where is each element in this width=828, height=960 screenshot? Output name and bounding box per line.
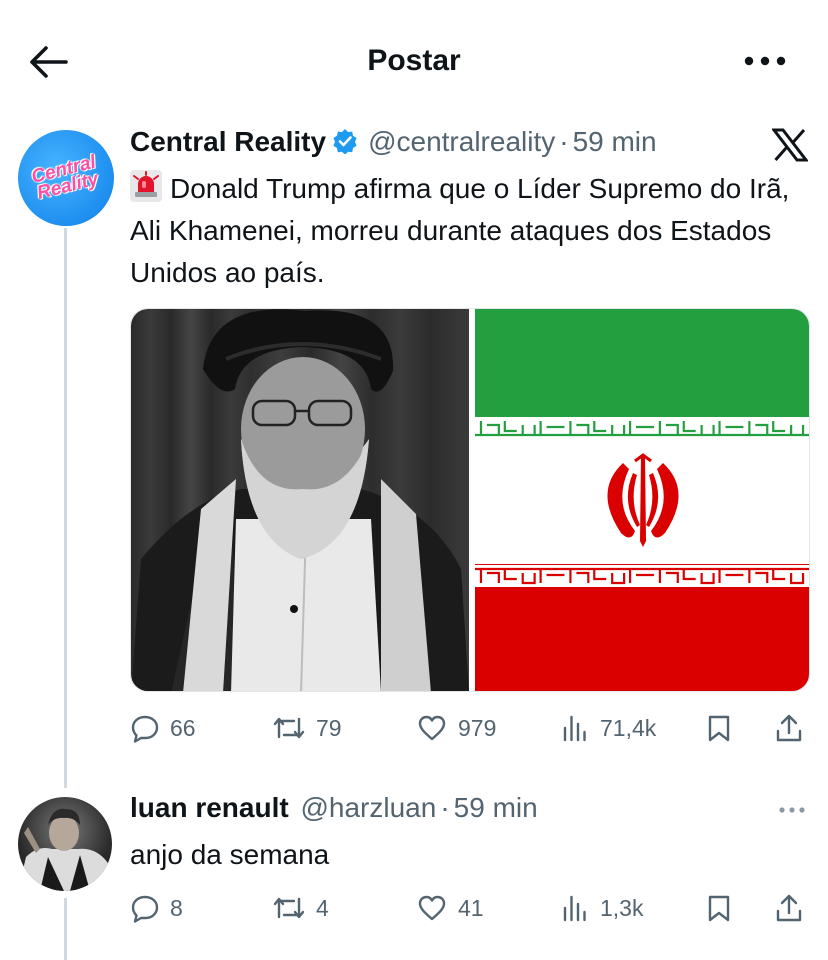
views-chart-icon [563, 895, 586, 922]
share-icon [776, 714, 802, 742]
share-button[interactable] [774, 888, 804, 928]
repost-icon [273, 717, 305, 739]
reply-icon [131, 715, 159, 743]
bookmark-icon [708, 715, 730, 742]
page-title: Postar [367, 44, 461, 77]
reply-count: 8 [170, 894, 183, 921]
thread-line [64, 898, 67, 960]
repost-count: 4 [316, 894, 329, 921]
views-button[interactable]: 71,4k [560, 708, 656, 748]
reply-more-button[interactable] [776, 800, 808, 820]
post-time[interactable]: 59 min [454, 792, 538, 823]
post-body: Donald Trump afirma que o Líder Supremo … [130, 173, 790, 288]
post-header: luan renault @harzluan · 59 min [130, 792, 538, 824]
post-time[interactable]: 59 min [573, 126, 657, 157]
avatar-photo [18, 808, 112, 891]
heart-icon [418, 715, 446, 741]
post-text: Donald Trump afirma que o Líder Supremo … [130, 168, 810, 294]
portrait-photo[interactable] [131, 309, 469, 691]
top-bar: Postar [0, 0, 828, 110]
like-button[interactable]: 979 [416, 708, 496, 748]
bookmark-button[interactable] [704, 888, 734, 928]
reply-button[interactable]: 66 [130, 708, 196, 748]
share-button[interactable] [774, 708, 804, 748]
kufic-band-top [475, 417, 809, 439]
thread-line [64, 228, 67, 788]
views-chart-icon [563, 715, 586, 742]
reply-icon [131, 895, 159, 923]
reply-text: anjo da semana [130, 839, 330, 870]
verified-badge-icon [333, 129, 357, 154]
reply-count: 66 [170, 714, 196, 741]
post-header: Central Reality @centralreality · 59 min [130, 126, 657, 158]
avatar[interactable] [18, 797, 112, 891]
separator-dot: · [440, 792, 450, 823]
repost-count: 79 [316, 714, 342, 741]
repost-icon [273, 897, 305, 919]
police-light-icon [130, 170, 162, 202]
author-handle[interactable]: @harzluan [300, 792, 436, 823]
views-count: 1,3k [600, 894, 644, 921]
iran-flag[interactable] [475, 309, 809, 691]
avatar[interactable]: Central Reality [18, 130, 114, 226]
reply-actions: 8 4 41 1,3k [130, 888, 810, 928]
like-count: 41 [458, 894, 484, 921]
share-icon [776, 894, 802, 922]
kufic-band-bottom [475, 565, 809, 587]
more-horizontal-icon [779, 807, 805, 813]
views-button[interactable]: 1,3k [560, 888, 643, 928]
x-logo-icon [770, 128, 810, 162]
portrait-illustration [131, 309, 469, 691]
views-count: 71,4k [600, 714, 657, 741]
like-count: 979 [458, 714, 497, 741]
separator-dot: · [559, 126, 569, 157]
bookmark-icon [708, 895, 730, 922]
post-actions: 66 79 979 71,4k [130, 708, 810, 748]
bookmark-button[interactable] [704, 708, 734, 748]
more-horizontal-icon [744, 56, 786, 66]
like-button[interactable]: 41 [416, 888, 484, 928]
more-options-button[interactable] [742, 46, 788, 76]
heart-icon [418, 895, 446, 921]
author-name[interactable]: Central Reality [130, 126, 326, 157]
iran-emblem-icon [607, 453, 679, 547]
repost-button[interactable]: 4 [272, 888, 329, 928]
author-handle[interactable]: @centralreality [368, 126, 555, 157]
avatar-logo-text: Central Reality [29, 151, 101, 204]
repost-button[interactable]: 79 [272, 708, 342, 748]
post-media[interactable] [130, 308, 810, 692]
reply-button[interactable]: 8 [130, 888, 183, 928]
author-name[interactable]: luan renault [130, 792, 289, 823]
